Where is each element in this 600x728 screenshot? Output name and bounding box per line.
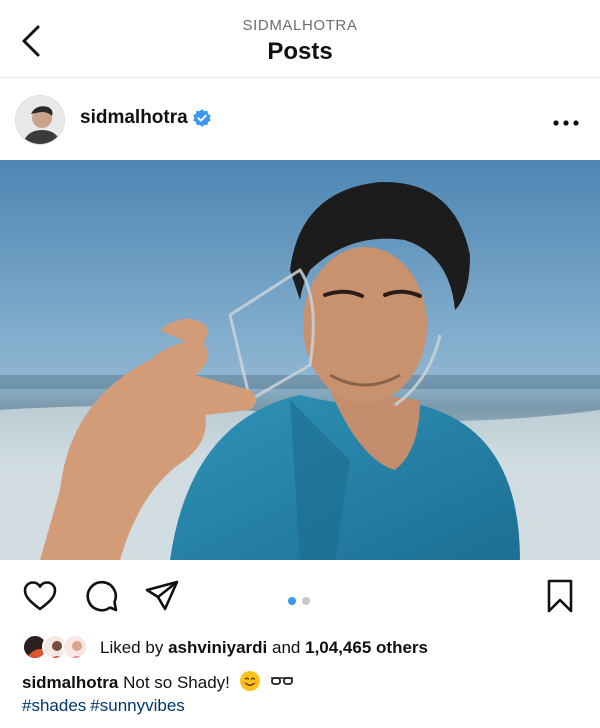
likes-count[interactable]: 1,04,465 others [305, 638, 428, 657]
liker-avatar [62, 634, 88, 660]
bookmark-icon [547, 579, 573, 613]
page-title: Posts [267, 38, 333, 65]
share-button[interactable] [144, 578, 180, 614]
likes-prefix: Liked by [100, 638, 164, 657]
post-caption: sidmalhotra Not so Shady! [22, 670, 295, 697]
post-header: sidmalhotra [0, 79, 600, 160]
top-bar: SIDMALHOTRA Posts [0, 0, 600, 78]
heart-icon [23, 581, 57, 611]
caption-username[interactable]: sidmalhotra [22, 673, 118, 692]
smiling-face-emoji-icon [239, 670, 261, 697]
comment-button[interactable] [84, 578, 120, 614]
more-options-button[interactable] [552, 115, 580, 126]
likes-connector: and [272, 638, 301, 657]
post-actions [0, 560, 600, 632]
carousel-dot-active [288, 597, 296, 605]
liker-username[interactable]: ashviniyardi [168, 638, 267, 657]
more-horizontal-icon [553, 120, 579, 126]
carousel-dot [302, 597, 310, 605]
likes-row[interactable]: Liked by ashviniyardi and 1,04,465 other… [22, 634, 592, 662]
avatar[interactable] [15, 95, 65, 145]
avatar-image [16, 96, 64, 144]
hashtag-link[interactable]: #sunnyvibes [90, 696, 185, 715]
post-username[interactable]: sidmalhotra [80, 107, 188, 129]
liker-avatars [22, 634, 92, 662]
verified-badge-icon [193, 109, 211, 127]
comment-icon [86, 580, 118, 612]
save-button[interactable] [542, 578, 578, 614]
likes-text: Liked by ashviniyardi and 1,04,465 other… [100, 638, 428, 658]
hashtags: #shades #sunnyvibes [22, 696, 189, 716]
like-button[interactable] [22, 578, 58, 614]
account-name-label: SIDMALHOTRA [242, 17, 358, 34]
send-icon [145, 580, 179, 611]
post-image[interactable] [0, 160, 600, 560]
carousel-indicator [288, 592, 316, 605]
post-photo [0, 160, 600, 560]
glasses-emoji-icon [269, 670, 295, 697]
hashtag-link[interactable]: #shades [22, 696, 86, 715]
caption-text: Not so Shady! [123, 673, 230, 692]
